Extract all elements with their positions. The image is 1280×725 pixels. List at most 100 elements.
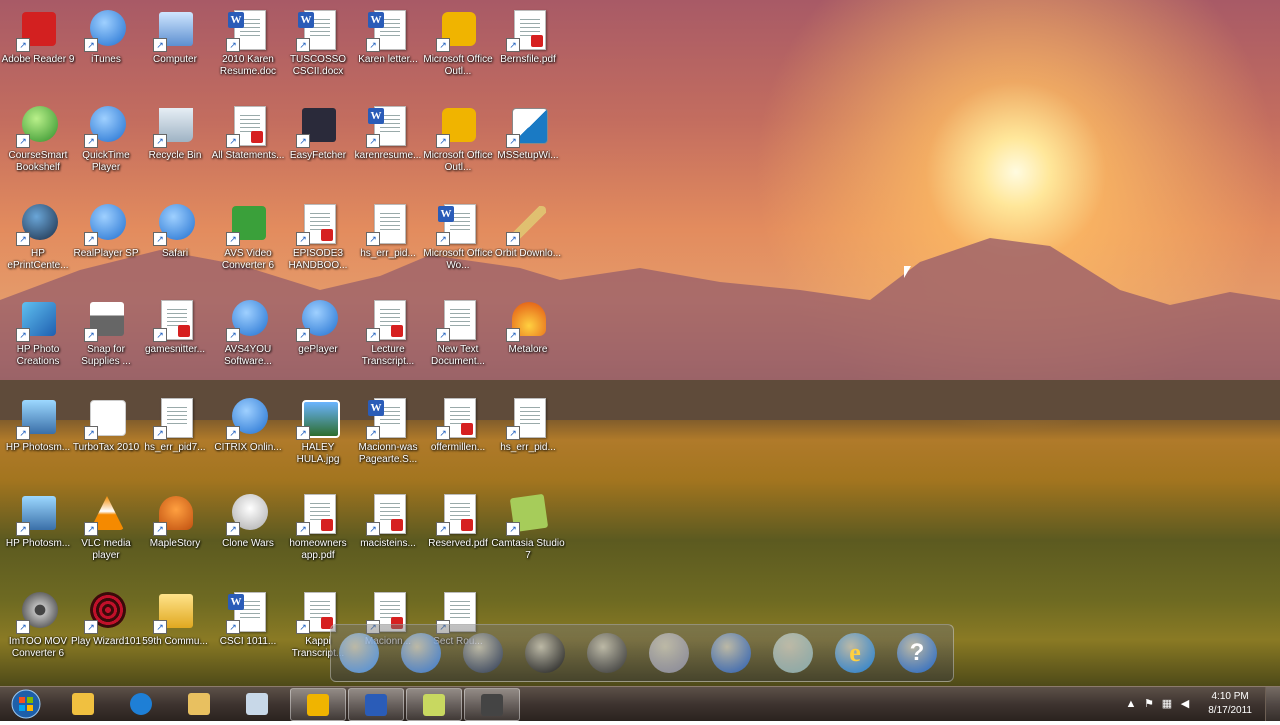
camtasia-recorder-icon	[481, 694, 503, 716]
dock-item-globe[interactable]	[397, 629, 445, 677]
desktop-icon[interactable]: ↗ hs_err_pid...	[490, 392, 566, 484]
desktop-icon[interactable]: ↗ RealPlayer SP	[68, 198, 144, 290]
desktop-icon[interactable]: W ↗ Macionn-was Pagearte.S...	[350, 392, 426, 484]
taskbar-outlook[interactable]	[290, 688, 346, 721]
desktop-icon-label: karenresume...	[354, 150, 422, 161]
desktop-icon[interactable]: ↗ gamesnitter...	[137, 294, 213, 386]
shortcut-arrow-icon: ↗	[84, 134, 98, 148]
desktop-icon[interactable]: ↗ homeowners app.pdf	[280, 488, 356, 580]
desktop-icon[interactable]: ↗ MSSetupWi...	[490, 100, 566, 192]
taskbar-explorer[interactable]	[56, 688, 110, 719]
shortcut-arrow-icon: ↗	[366, 134, 380, 148]
text-document-icon: ↗	[506, 396, 550, 440]
desktop-icon-label: RealPlayer SP	[73, 248, 139, 259]
desktop-icon[interactable]: ↗ Snap for Supplies ...	[68, 294, 144, 386]
imtoo-icon: ↗	[16, 590, 60, 634]
desktop-icon[interactable]: ↗ CITRIX Onlin...	[210, 392, 286, 484]
desktop-icon[interactable]: ↗ Clone Wars	[210, 488, 286, 580]
desktop-icon[interactable]: ↗ QuickTime Player	[68, 100, 144, 192]
desktop-icon[interactable]: ↗ TurboTax 2010	[68, 392, 144, 484]
desktop-icon[interactable]: ↗ Play Wizard101	[68, 586, 144, 678]
desktop-icon[interactable]: ↗ HP Photosm...	[0, 488, 76, 580]
shortcut-arrow-icon: ↗	[296, 134, 310, 148]
network-icon[interactable]: ▦	[1160, 697, 1174, 711]
desktop-icon[interactable]: ↗ Microsoft Office Outl...	[420, 4, 496, 96]
desktop-icon[interactable]: ↗ Metalore	[490, 294, 566, 386]
taskbar-camtasia-recorder[interactable]	[464, 688, 520, 721]
desktop-icon[interactable]: ↗ HP ePrintCente...	[0, 198, 76, 290]
desktop-icon[interactable]: ↗ MapleStory	[137, 488, 213, 580]
desktop-icon[interactable]: ↗ ImTOO MOV Converter 6	[0, 586, 76, 678]
desktop-icon[interactable]: ↗ New Text Document...	[420, 294, 496, 386]
dock-item-mail[interactable]	[335, 629, 383, 677]
desktop-icon[interactable]: ↗ offermillen...	[420, 392, 496, 484]
desktop-icon[interactable]: ↗ Computer	[137, 4, 213, 96]
dock-item-speaker[interactable]	[521, 629, 569, 677]
dock-item-recycle-bin[interactable]	[769, 629, 817, 677]
show-hidden-icons-icon[interactable]: ▲	[1124, 697, 1138, 711]
pdf-document-icon: ↗	[153, 298, 197, 342]
desktop-icon-label: HP Photosm...	[5, 538, 71, 549]
taskbar-folder[interactable]	[172, 688, 226, 719]
desktop-icon[interactable]: ↗ AVS4YOU Software...	[210, 294, 286, 386]
desktop-icon[interactable]: W ↗ Microsoft Office Wo...	[420, 198, 496, 290]
desktop-icon-label: homeowners app.pdf	[289, 538, 347, 561]
desktop-icon[interactable]: W ↗ 2010 Karen Resume.doc	[210, 4, 286, 96]
word-document-icon: W ↗	[226, 8, 270, 52]
shortcut-arrow-icon: ↗	[226, 134, 240, 148]
taskbar-notepad[interactable]	[230, 688, 284, 719]
desktop-icon[interactable]: ↗ Orbit Downlo...	[490, 198, 566, 290]
shortcut-arrow-icon: ↗	[296, 38, 310, 52]
taskbar-sticky-notes[interactable]	[406, 688, 462, 721]
help-icon: ?	[897, 633, 937, 673]
action-center-icon[interactable]: ⚑	[1142, 697, 1156, 711]
taskbar-word[interactable]	[348, 688, 404, 721]
desktop-icon[interactable]: ↗ EasyFetcher	[280, 100, 356, 192]
desktop-icon[interactable]: ↗ HP Photo Creations	[0, 294, 76, 386]
desktop-icon[interactable]: ↗ gePlayer	[280, 294, 356, 386]
shortcut-arrow-icon: ↗	[153, 134, 167, 148]
desktop-icon-label: Karen letter...	[358, 54, 418, 65]
shortcut-arrow-icon: ↗	[84, 328, 98, 342]
desktop-icon[interactable]: ↗ Adobe Reader 9	[0, 4, 76, 96]
dock-item-internet-explorer[interactable]: e	[831, 629, 879, 677]
shortcut-arrow-icon: ↗	[436, 134, 450, 148]
show-desktop-button[interactable]	[1265, 687, 1280, 721]
desktop-icon[interactable]: ↗ VLC media player	[68, 488, 144, 580]
desktop-icon[interactable]: ↗ hs_err_pid7...	[137, 392, 213, 484]
desktop-icon[interactable]: ↗ Safari	[137, 198, 213, 290]
desktop[interactable]: ↗ Adobe Reader 9 ↗ iTunes ↗ Computer W ↗ 2010 Ka…	[0, 0, 1280, 686]
taskbar-internet-explorer[interactable]	[114, 688, 168, 719]
dock-item-trash[interactable]	[645, 629, 693, 677]
dock-item-help[interactable]: ?	[893, 629, 941, 677]
explorer-icon	[72, 693, 94, 715]
desktop-icon[interactable]: ↗ AVS Video Converter 6	[210, 198, 286, 290]
desktop-icon[interactable]: ↗ Recycle Bin	[137, 100, 213, 192]
desktop-icon[interactable]: ↗ EPISODE3 HANDBOO...	[280, 198, 356, 290]
desktop-icon[interactable]: W ↗ TUSCOSSO CSCII.docx	[280, 4, 356, 96]
desktop-icon[interactable]: ↗ 59th Commu...	[137, 586, 213, 678]
volume-icon[interactable]: ◀	[1178, 697, 1192, 711]
desktop-icon[interactable]: ↗ All Statements...	[210, 100, 286, 192]
desktop-icon[interactable]: ↗ CourseSmart Bookshelf	[0, 100, 76, 192]
dock-item-shield[interactable]	[707, 629, 755, 677]
desktop-icon[interactable]: ↗ Lecture Transcript...	[350, 294, 426, 386]
dock-item-camera[interactable]	[459, 629, 507, 677]
desktop-icon[interactable]: ↗ hs_err_pid...	[350, 198, 426, 290]
desktop-icon[interactable]: ↗ Camtasia Studio 7	[490, 488, 566, 580]
desktop-icon[interactable]: W ↗ CSCI 1011...	[210, 586, 286, 678]
desktop-icon[interactable]: ↗ HP Photosm...	[0, 392, 76, 484]
dock-item-clapperboard[interactable]	[583, 629, 631, 677]
desktop-icon[interactable]: ↗ Microsoft Office Outl...	[420, 100, 496, 192]
clock[interactable]: 4:10 PM 8/17/2011	[1208, 690, 1252, 718]
desktop-icon[interactable]: W ↗ karenresume...	[350, 100, 426, 192]
desktop-icon[interactable]: ↗ macisteins...	[350, 488, 426, 580]
desktop-icon[interactable]: ↗ Reserved.pdf	[420, 488, 496, 580]
desktop-icon[interactable]: ↗ Bernsfile.pdf	[490, 4, 566, 96]
shortcut-arrow-icon: ↗	[296, 620, 310, 634]
start-button[interactable]	[6, 688, 46, 720]
text-document-icon: ↗	[436, 298, 480, 342]
desktop-icon[interactable]: W ↗ Karen letter...	[350, 4, 426, 96]
desktop-icon[interactable]: ↗ iTunes	[68, 4, 144, 96]
desktop-icon[interactable]: ↗ HALEY HULA.jpg	[280, 392, 356, 484]
